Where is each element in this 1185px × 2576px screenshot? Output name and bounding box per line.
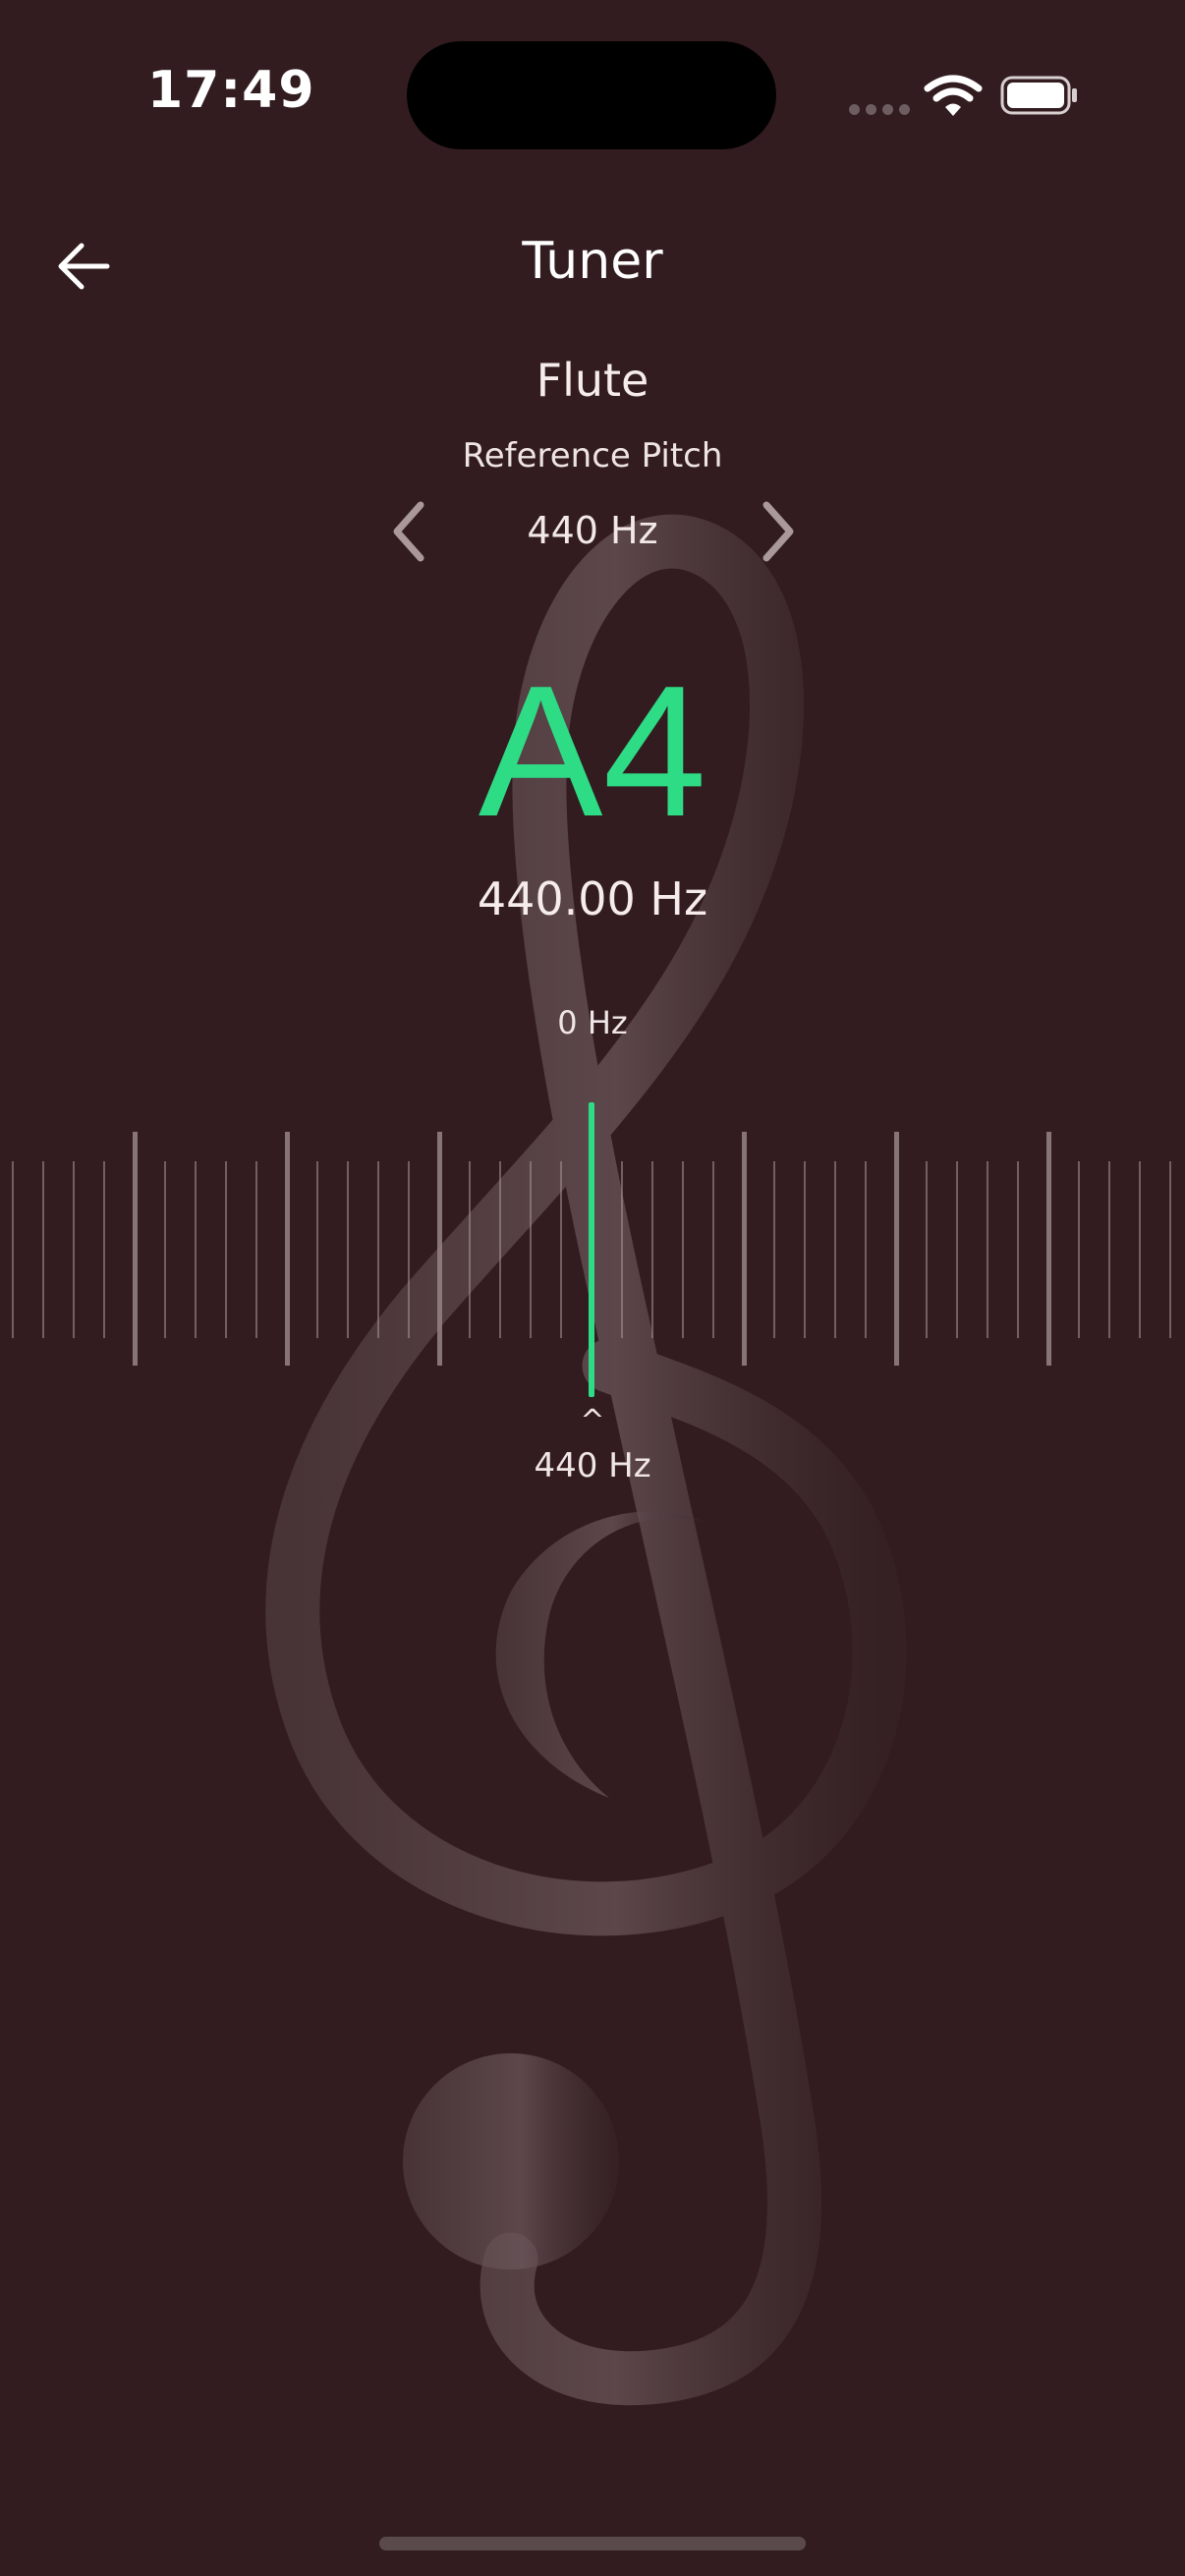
meter-major-tick bbox=[742, 1132, 747, 1366]
frequency-offset: 0 Hz bbox=[557, 1004, 628, 1041]
meter-minor-tick bbox=[225, 1161, 227, 1338]
pitch-decrease-button[interactable] bbox=[379, 497, 438, 566]
detected-note: A4 bbox=[478, 647, 707, 856]
back-button[interactable] bbox=[49, 232, 118, 301]
meter-minor-tick bbox=[1078, 1161, 1080, 1338]
meter-minor-tick bbox=[1108, 1161, 1110, 1338]
meter-minor-tick bbox=[408, 1161, 410, 1338]
meter-minor-tick bbox=[469, 1161, 471, 1338]
meter-major-tick bbox=[133, 1132, 138, 1366]
meter-major-tick bbox=[1046, 1132, 1051, 1366]
meter-minor-tick bbox=[164, 1161, 166, 1338]
home-indicator[interactable] bbox=[379, 2537, 806, 2550]
meter-minor-tick bbox=[956, 1161, 958, 1338]
meter-minor-tick bbox=[103, 1161, 105, 1338]
dynamic-island bbox=[407, 41, 776, 149]
meter-minor-tick bbox=[377, 1161, 379, 1338]
meter-minor-tick bbox=[255, 1161, 257, 1338]
chevron-left-icon bbox=[393, 501, 424, 562]
meter-minor-tick bbox=[530, 1161, 532, 1338]
meter-minor-tick bbox=[834, 1161, 836, 1338]
tuning-meter bbox=[0, 1100, 1185, 1397]
meter-minor-tick bbox=[865, 1161, 867, 1338]
cellular-signal-icon bbox=[849, 104, 910, 115]
meter-minor-tick bbox=[499, 1161, 501, 1338]
meter-minor-tick bbox=[42, 1161, 44, 1338]
meter-minor-tick bbox=[347, 1161, 349, 1338]
meter-major-tick bbox=[437, 1132, 442, 1366]
meter-minor-tick bbox=[73, 1161, 75, 1338]
meter-minor-tick bbox=[773, 1161, 775, 1338]
pitch-increase-button[interactable] bbox=[749, 497, 808, 566]
status-time: 17:49 bbox=[147, 61, 315, 120]
meter-major-tick bbox=[894, 1132, 899, 1366]
instrument-name: Flute bbox=[536, 354, 649, 407]
meter-minor-tick bbox=[1169, 1161, 1171, 1338]
reference-pitch-label: Reference Pitch bbox=[462, 436, 723, 476]
target-frequency: 440 Hz bbox=[534, 1446, 651, 1485]
tuning-needle bbox=[589, 1102, 594, 1397]
meter-minor-tick bbox=[926, 1161, 928, 1338]
meter-minor-tick bbox=[195, 1161, 197, 1338]
meter-minor-tick bbox=[1017, 1161, 1019, 1338]
arrow-left-icon bbox=[58, 243, 110, 290]
meter-minor-tick bbox=[560, 1161, 562, 1338]
meter-minor-tick bbox=[987, 1161, 988, 1338]
meter-minor-tick bbox=[804, 1161, 806, 1338]
meter-minor-tick bbox=[316, 1161, 318, 1338]
meter-minor-tick bbox=[12, 1161, 14, 1338]
battery-icon bbox=[1000, 76, 1077, 115]
meter-minor-tick bbox=[621, 1161, 623, 1338]
reference-pitch-value: 440 Hz bbox=[527, 509, 658, 552]
meter-major-tick bbox=[285, 1132, 290, 1366]
meter-minor-tick bbox=[712, 1161, 714, 1338]
page-title: Tuner bbox=[522, 232, 663, 291]
meter-minor-tick bbox=[1139, 1161, 1141, 1338]
meter-minor-tick bbox=[682, 1161, 684, 1338]
wifi-icon bbox=[924, 75, 983, 116]
meter-minor-tick bbox=[651, 1161, 653, 1338]
detected-frequency: 440.00 Hz bbox=[477, 872, 708, 925]
target-caret: ^ bbox=[580, 1404, 605, 1438]
chevron-right-icon bbox=[762, 501, 794, 562]
